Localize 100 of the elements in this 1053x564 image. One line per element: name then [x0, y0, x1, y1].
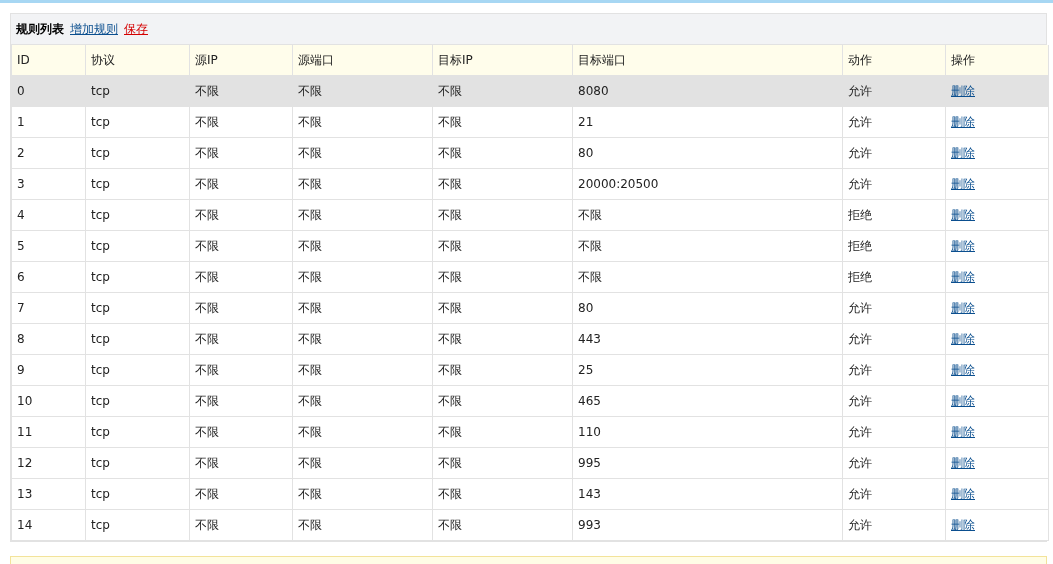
column-header: 动作	[842, 45, 946, 76]
id-cell: 4	[11, 199, 86, 231]
source-port-cell: 不限	[292, 106, 433, 138]
target-port-cell: 80	[572, 292, 843, 324]
delete-link[interactable]: 删除	[951, 331, 975, 346]
target-port-cell: 465	[572, 385, 843, 417]
target-ip-cell: 不限	[432, 168, 573, 200]
action-cell: 允许	[842, 509, 946, 541]
delete-link[interactable]: 删除	[951, 83, 975, 98]
table-row[interactable]: 2 tcp 不限 不限 不限 80 允许 删除	[11, 137, 1049, 169]
column-header: 源端口	[292, 45, 433, 76]
id-cell: 5	[11, 230, 86, 262]
delete-link[interactable]: 删除	[951, 269, 975, 284]
source-port-cell: 不限	[292, 478, 433, 510]
table-row[interactable]: 9 tcp 不限 不限 不限 25 允许 删除	[11, 354, 1049, 386]
source-port-cell: 不限	[292, 385, 433, 417]
target-ip-cell: 不限	[432, 230, 573, 262]
action-cell: 拒绝	[842, 230, 946, 262]
table-row[interactable]: 3 tcp 不限 不限 不限 20000:20500 允许 删除	[11, 168, 1049, 200]
source-ip-cell: 不限	[189, 478, 293, 510]
target-ip-cell: 不限	[432, 385, 573, 417]
delete-link[interactable]: 删除	[951, 238, 975, 253]
target-port-cell: 20000:20500	[572, 168, 843, 200]
delete-link[interactable]: 删除	[951, 362, 975, 377]
target-ip-cell: 不限	[432, 106, 573, 138]
source-ip-cell: 不限	[189, 230, 293, 262]
protocol-cell: tcp	[85, 323, 190, 355]
target-port-cell: 443	[572, 323, 843, 355]
table-row[interactable]: 1 tcp 不限 不限 不限 21 允许 删除	[11, 106, 1049, 138]
protocol-cell: tcp	[85, 261, 190, 293]
protocol-cell: tcp	[85, 478, 190, 510]
delete-link[interactable]: 删除	[951, 300, 975, 315]
protocol-cell: tcp	[85, 137, 190, 169]
id-cell: 10	[11, 385, 86, 417]
delete-link[interactable]: 删除	[951, 114, 975, 129]
target-port-cell: 110	[572, 416, 843, 448]
protocol-cell: tcp	[85, 106, 190, 138]
action-cell: 拒绝	[842, 199, 946, 231]
id-cell: 8	[11, 323, 86, 355]
target-port-cell: 8080	[572, 75, 843, 107]
id-cell: 2	[11, 137, 86, 169]
source-ip-cell: 不限	[189, 354, 293, 386]
id-cell: 3	[11, 168, 86, 200]
delete-link[interactable]: 删除	[951, 486, 975, 501]
delete-link[interactable]: 删除	[951, 176, 975, 191]
protocol-cell: tcp	[85, 416, 190, 448]
table-row[interactable]: 11 tcp 不限 不限 不限 110 允许 删除	[11, 416, 1049, 448]
target-port-cell: 不限	[572, 230, 843, 262]
table-row[interactable]: 7 tcp 不限 不限 不限 80 允许 删除	[11, 292, 1049, 324]
delete-link[interactable]: 删除	[951, 207, 975, 222]
source-port-cell: 不限	[292, 168, 433, 200]
table-row[interactable]: 14 tcp 不限 不限 不限 993 允许 删除	[11, 509, 1049, 541]
column-header: 协议	[85, 45, 190, 76]
protocol-cell: tcp	[85, 354, 190, 386]
protocol-cell: tcp	[85, 168, 190, 200]
source-ip-cell: 不限	[189, 137, 293, 169]
table-row[interactable]: 5 tcp 不限 不限 不限 不限 拒绝 删除	[11, 230, 1049, 262]
table-row[interactable]: 8 tcp 不限 不限 不限 443 允许 删除	[11, 323, 1049, 355]
protocol-cell: tcp	[85, 75, 190, 107]
target-port-cell: 21	[572, 106, 843, 138]
source-ip-cell: 不限	[189, 292, 293, 324]
source-ip-cell: 不限	[189, 75, 293, 107]
target-port-cell: 不限	[572, 199, 843, 231]
target-port-cell: 25	[572, 354, 843, 386]
action-cell: 允许	[842, 478, 946, 510]
source-ip-cell: 不限	[189, 106, 293, 138]
save-link[interactable]: 保存	[124, 20, 148, 38]
delete-link[interactable]: 删除	[951, 517, 975, 532]
id-cell: 9	[11, 354, 86, 386]
protocol-cell: tcp	[85, 292, 190, 324]
column-header: ID	[11, 45, 86, 76]
source-port-cell: 不限	[292, 292, 433, 324]
protocol-cell: tcp	[85, 447, 190, 479]
delete-link[interactable]: 删除	[951, 145, 975, 160]
source-port-cell: 不限	[292, 75, 433, 107]
target-ip-cell: 不限	[432, 137, 573, 169]
table-row[interactable]: 10 tcp 不限 不限 不限 465 允许 删除	[11, 385, 1049, 417]
protocol-cell: tcp	[85, 199, 190, 231]
add-rule-link[interactable]: 增加规则	[70, 20, 118, 38]
source-ip-cell: 不限	[189, 168, 293, 200]
table-row[interactable]: 6 tcp 不限 不限 不限 不限 拒绝 删除	[11, 261, 1049, 293]
source-ip-cell: 不限	[189, 416, 293, 448]
target-ip-cell: 不限	[432, 478, 573, 510]
id-cell: 0	[11, 75, 86, 107]
target-ip-cell: 不限	[432, 199, 573, 231]
table-row[interactable]: 13 tcp 不限 不限 不限 143 允许 删除	[11, 478, 1049, 510]
target-ip-cell: 不限	[432, 354, 573, 386]
table-row[interactable]: 4 tcp 不限 不限 不限 不限 拒绝 删除	[11, 199, 1049, 231]
delete-link[interactable]: 删除	[951, 455, 975, 470]
delete-link[interactable]: 删除	[951, 424, 975, 439]
column-header: 目标IP	[432, 45, 573, 76]
action-cell: 允许	[842, 168, 946, 200]
table-row[interactable]: 12 tcp 不限 不限 不限 995 允许 删除	[11, 447, 1049, 479]
source-ip-cell: 不限	[189, 385, 293, 417]
table-row[interactable]: 0 tcp 不限 不限 不限 8080 允许 删除	[11, 75, 1049, 107]
source-port-cell: 不限	[292, 447, 433, 479]
target-port-cell: 995	[572, 447, 843, 479]
delete-link[interactable]: 删除	[951, 393, 975, 408]
source-port-cell: 不限	[292, 137, 433, 169]
target-ip-cell: 不限	[432, 416, 573, 448]
